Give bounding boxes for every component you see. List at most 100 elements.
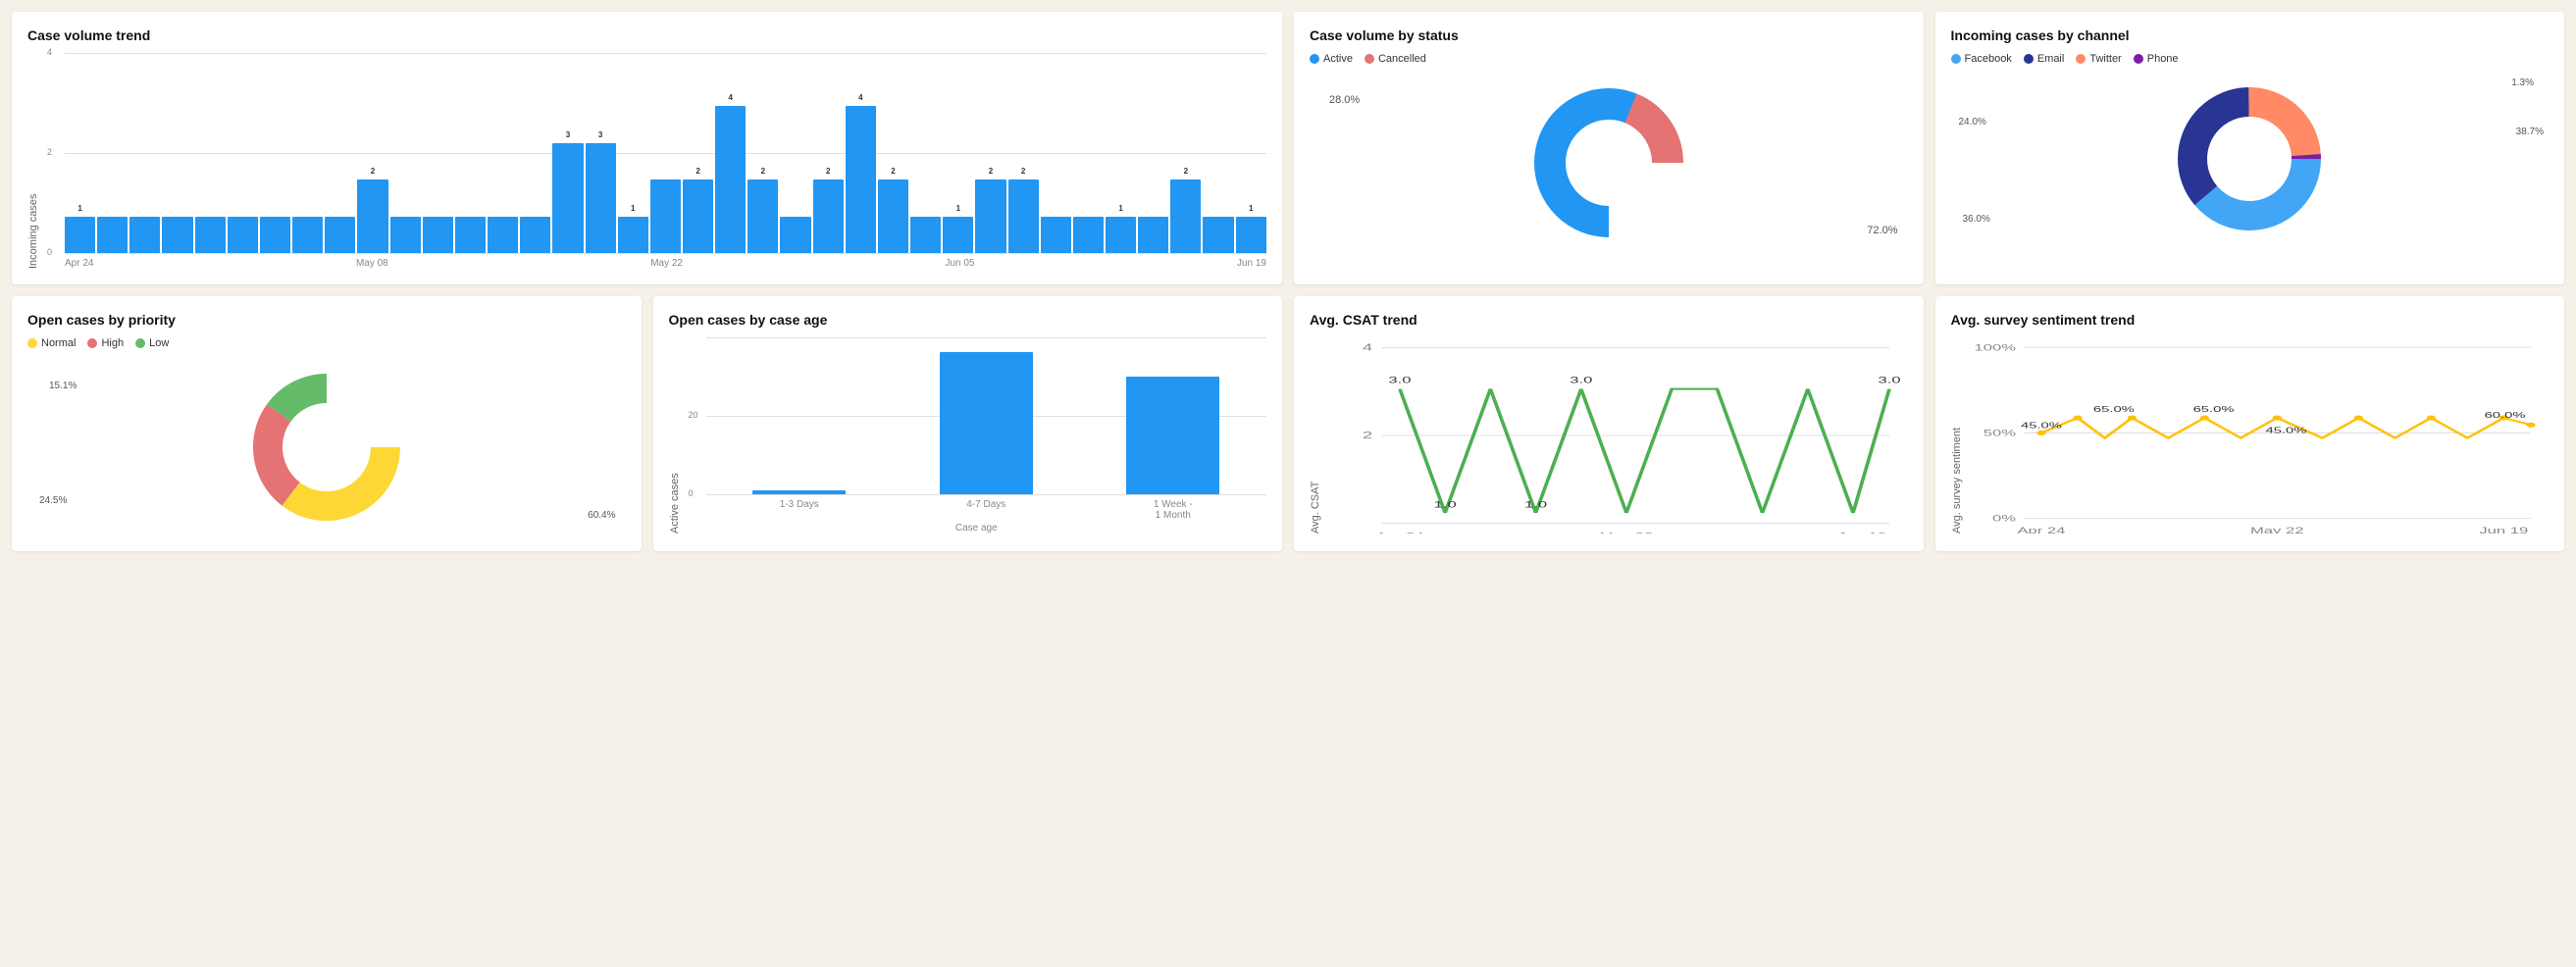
case-volume-status-card: Case volume by status Active Cancelled 2…	[1294, 12, 1924, 284]
volume-bar	[195, 217, 226, 254]
volume-bar: 3	[552, 143, 583, 254]
csat-y-label: Avg. CSAT	[1310, 337, 1321, 534]
x-label-1-3: 1-3 Days	[706, 499, 894, 521]
channel-donut-chart	[2161, 73, 2338, 244]
legend-phone: Phone	[2134, 53, 2179, 65]
volume-bar: 2	[975, 179, 1005, 253]
svg-text:Apr 24: Apr 24	[1375, 531, 1424, 534]
priority-label-604: 60.4%	[588, 510, 615, 521]
volume-bar: 1	[65, 217, 95, 254]
bar-value-label: 1	[631, 204, 635, 213]
legend-low: Low	[135, 337, 169, 349]
bar-value-label: 1	[1249, 204, 1253, 213]
open-priority-card: Open cases by priority Normal High Low	[12, 296, 642, 551]
legend-normal-dot	[27, 338, 37, 348]
legend-normal-label: Normal	[41, 337, 76, 349]
status-label-28: 28.0%	[1329, 94, 1360, 106]
legend-phone-dot	[2134, 54, 2143, 64]
channel-label-24: 24.0%	[1959, 117, 1986, 127]
legend-low-dot	[135, 338, 145, 348]
legend-email-dot	[2024, 54, 2034, 64]
bar-value-label: 4	[858, 93, 862, 102]
status-donut-chart	[1520, 75, 1697, 251]
legend-email: Email	[2024, 53, 2065, 65]
case-age-y-label: Active cases	[669, 337, 681, 534]
open-case-age-title: Open cases by case age	[669, 312, 1267, 328]
volume-bar: 4	[846, 106, 876, 253]
bar-value-label: 2	[1021, 167, 1025, 176]
svg-text:1.0: 1.0	[1434, 499, 1457, 509]
volume-bar: 2	[878, 179, 908, 253]
volume-bar	[1203, 217, 1233, 254]
volume-bar	[129, 217, 160, 254]
priority-legend: Normal High Low	[27, 337, 626, 349]
svg-text:100%: 100%	[1974, 342, 2016, 352]
avg-csat-title: Avg. CSAT trend	[1310, 312, 1908, 328]
bar-value-label: 1	[77, 204, 81, 213]
legend-phone-label: Phone	[2147, 53, 2179, 65]
legend-facebook-dot	[1951, 54, 1961, 64]
volume-bar: 1	[618, 217, 648, 254]
open-priority-title: Open cases by priority	[27, 312, 626, 328]
svg-text:3.0: 3.0	[1388, 375, 1411, 384]
bar-value-label: 1	[956, 204, 960, 213]
svg-text:45.0%: 45.0%	[2021, 421, 2062, 431]
bar-value-label: 3	[566, 130, 570, 139]
volume-bar	[423, 217, 453, 254]
channel-label-36: 36.0%	[1963, 214, 1990, 225]
svg-text:2: 2	[1363, 430, 1372, 441]
bar-col-1-3days	[706, 490, 894, 494]
legend-high-dot	[87, 338, 97, 348]
svg-text:3.0: 3.0	[1878, 375, 1900, 384]
volume-bar	[780, 217, 810, 254]
legend-twitter-label: Twitter	[2089, 53, 2121, 65]
legend-email-label: Email	[2037, 53, 2065, 65]
legend-high: High	[87, 337, 124, 349]
csat-chart-svg: 4 2 3.0 1.0 1.0 3.0 3.0 Apr 24 May 22 Ju…	[1327, 337, 1908, 534]
case-volume-x-axis: Apr 24 May 08 May 22 Jun 05 Jun 19	[45, 258, 1266, 269]
priority-label-245: 24.5%	[39, 495, 67, 506]
bar-value-label: 2	[696, 167, 699, 176]
volume-bars-container: 12331242242122121	[65, 53, 1266, 254]
legend-active-label: Active	[1323, 53, 1353, 65]
svg-text:65.0%: 65.0%	[2192, 404, 2234, 414]
volume-bar	[228, 217, 258, 254]
volume-bar: 2	[1008, 179, 1039, 253]
svg-text:May 22: May 22	[2249, 526, 2303, 534]
volume-bar: 1	[1106, 217, 1136, 254]
volume-bar	[97, 217, 128, 254]
svg-text:Apr 24: Apr 24	[2017, 526, 2066, 534]
volume-bar	[488, 217, 518, 254]
sentiment-y-label: Avg. survey sentiment	[1951, 337, 1963, 534]
bar-4-7days	[940, 352, 1033, 494]
channel-label-387: 38.7%	[2516, 127, 2544, 137]
bar-value-label: 2	[761, 167, 765, 176]
status-label-72: 72.0%	[1867, 225, 1897, 236]
svg-text:45.0%: 45.0%	[2265, 426, 2306, 435]
legend-cancelled: Cancelled	[1365, 53, 1426, 65]
svg-text:3.0: 3.0	[1570, 375, 1592, 384]
volume-bar	[162, 217, 192, 254]
case-volume-trend-title: Case volume trend	[27, 27, 1266, 43]
x-label-1week: 1 Week -1 Month	[1080, 499, 1267, 521]
bar-col-4-7days	[893, 352, 1080, 494]
open-case-age-card: Open cases by case age Active cases 20 0	[653, 296, 1283, 551]
svg-text:4: 4	[1363, 342, 1372, 354]
legend-normal: Normal	[27, 337, 76, 349]
bar-value-label: 4	[728, 93, 732, 102]
avg-sentiment-title: Avg. survey sentiment trend	[1951, 312, 2550, 328]
volume-bar: 2	[813, 179, 844, 253]
volume-bar	[910, 217, 941, 254]
legend-active-dot	[1310, 54, 1319, 64]
volume-bar	[292, 217, 323, 254]
legend-high-label: High	[101, 337, 124, 349]
incoming-channel-card: Incoming cases by channel Facebook Email…	[1935, 12, 2565, 284]
svg-text:60.0%: 60.0%	[2484, 411, 2525, 421]
status-legend: Active Cancelled	[1310, 53, 1908, 65]
volume-bar: 2	[683, 179, 713, 253]
dashboard: Case volume trend Incoming cases 4 2 0 1…	[12, 12, 2564, 551]
channel-legend: Facebook Email Twitter Phone	[1951, 53, 2550, 65]
bar-value-label: 1	[1118, 204, 1122, 213]
priority-donut-chart	[238, 359, 415, 535]
bar-value-label: 3	[598, 130, 602, 139]
